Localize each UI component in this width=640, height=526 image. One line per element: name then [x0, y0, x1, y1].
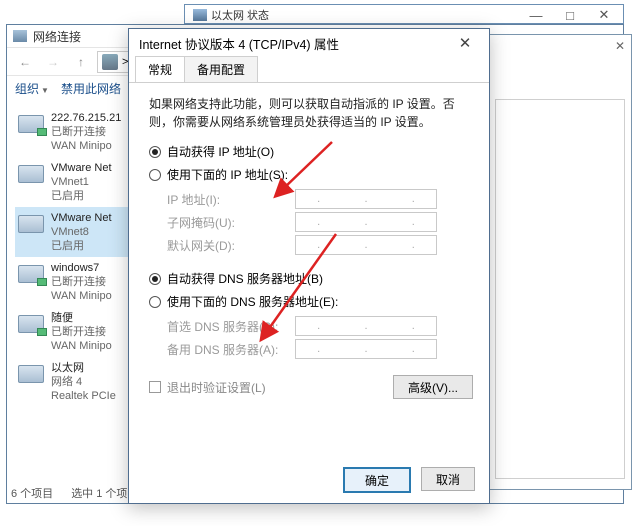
adapter-item[interactable]: VMware Net VMnet1 已启用 [15, 157, 133, 207]
advanced-button[interactable]: 高级(V)... [393, 375, 473, 399]
radio-auto-dns-label: 自动获得 DNS 服务器地址(B) [167, 270, 323, 287]
field-pref-dns: 首选 DNS 服务器(P): ... [167, 316, 473, 336]
radio-icon [149, 146, 161, 158]
radio-manual-dns-label: 使用下面的 DNS 服务器地址(E): [167, 293, 338, 310]
radio-manual-ip-label: 使用下面的 IP 地址(S): [167, 166, 288, 183]
tab-general[interactable]: 常规 [135, 56, 185, 82]
tab-alternate[interactable]: 备用配置 [184, 56, 258, 82]
adapter-item[interactable]: 随便 已断开连接 WAN Minipo [15, 307, 133, 357]
eth-icon [193, 9, 207, 21]
close-button[interactable]: ✕ [587, 5, 621, 25]
disable-adapter[interactable]: 禁用此网络 [61, 80, 121, 97]
adapter-item[interactable]: windows7 已断开连接 WAN Minipo [15, 257, 133, 307]
panel-close-icon[interactable]: ✕ [615, 39, 625, 53]
up-button[interactable]: ↑ [69, 50, 93, 74]
radio-auto-dns[interactable]: 自动获得 DNS 服务器地址(B) [149, 270, 473, 287]
radio-manual-dns[interactable]: 使用下面的 DNS 服务器地址(E): [149, 293, 473, 310]
eth-status-title: 以太网 状态 [211, 7, 269, 23]
field-alt-dns: 备用 DNS 服务器(A): ... [167, 339, 473, 359]
adapter-item[interactable]: 222.76.215.21 已断开连接 WAN Minipo [15, 107, 133, 157]
radio-auto-ip-label: 自动获得 IP 地址(O) [167, 143, 274, 160]
dialog-title: Internet 协议版本 4 (TCP/IPv4) 属性 [139, 34, 339, 53]
eth-status-window: 以太网 状态 — □ ✕ [184, 4, 624, 24]
radio-icon [149, 296, 161, 308]
default-gateway-input: ... [295, 235, 437, 255]
help-text: 如果网络支持此功能，则可以获取自动指派的 IP 设置。否则，你需要从网络系统管理… [149, 95, 469, 131]
window-icon [13, 30, 27, 42]
window-title: 网络连接 [33, 28, 81, 45]
validate-label: 退出时验证设置(L) [167, 379, 266, 396]
dialog-close-icon[interactable]: ✕ [451, 31, 479, 55]
field-default-gateway: 默认网关(D): ... [167, 235, 473, 255]
field-subnet-mask: 子网掩码(U): ... [167, 212, 473, 232]
radio-icon [149, 169, 161, 181]
radio-icon [149, 273, 161, 285]
adapter-item-selected[interactable]: VMware Net VMnet8 已启用 [15, 207, 133, 257]
subnet-mask-input: ... [295, 212, 437, 232]
ip-address-input: ... [295, 189, 437, 209]
minimize-button[interactable]: — [519, 5, 553, 25]
ok-button[interactable]: 确定 [343, 467, 411, 493]
alt-dns-input: ... [295, 339, 437, 359]
forward-button[interactable]: → [41, 50, 65, 74]
validate-checkbox[interactable] [149, 381, 161, 393]
adapter-list: 222.76.215.21 已断开连接 WAN Minipo VMware Ne… [15, 107, 133, 479]
pref-dns-input: ... [295, 316, 437, 336]
back-button[interactable]: ← [13, 50, 37, 74]
status-total: 6 个项目 [11, 485, 53, 501]
cancel-button[interactable]: 取消 [421, 467, 475, 491]
adapter-item[interactable]: 以太网 网络 4 Realtek PCIe [15, 357, 133, 407]
radio-auto-ip[interactable]: 自动获得 IP 地址(O) [149, 143, 473, 160]
radio-manual-ip[interactable]: 使用下面的 IP 地址(S): [149, 166, 473, 183]
dialog-tabs: 常规 备用配置 [129, 57, 489, 83]
maximize-button[interactable]: □ [553, 5, 587, 25]
field-ip-address: IP 地址(I): ... [167, 189, 473, 209]
organize-menu[interactable]: 组织▼ [15, 80, 49, 97]
eth-status-panel: ✕ [488, 34, 632, 490]
status-bar: 6 个项目 选中 1 个项目 [11, 485, 138, 501]
address-icon [102, 54, 118, 70]
ipv4-properties-dialog: Internet 协议版本 4 (TCP/IPv4) 属性 ✕ 常规 备用配置 … [128, 28, 490, 504]
